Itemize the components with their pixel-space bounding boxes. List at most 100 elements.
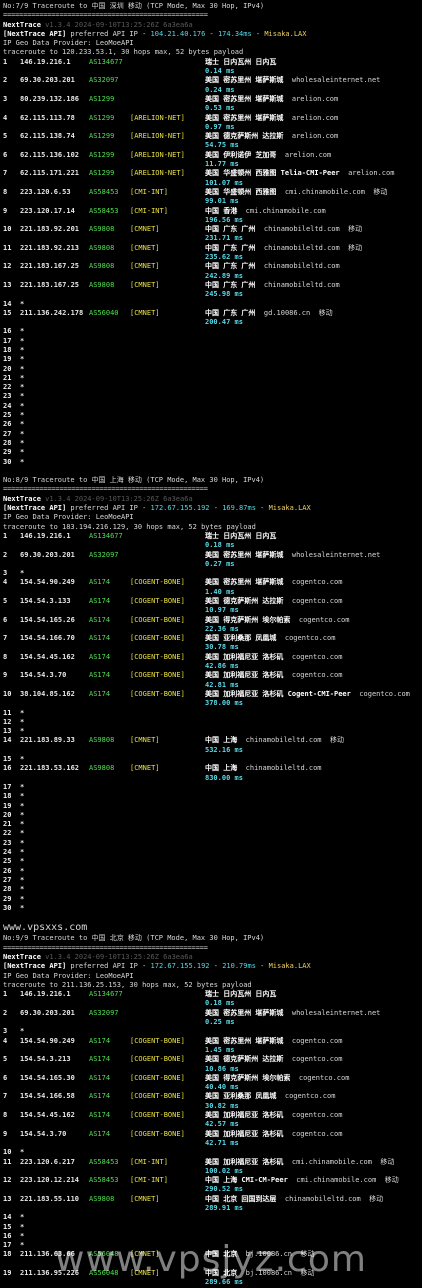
hop-isp: 移动: [348, 243, 363, 252]
hop-number: 6: [3, 1073, 8, 1082]
hop-geo-text: 美国 加利福尼亚 洛杉矶: [205, 1157, 284, 1166]
hop-ip: 154.54.165.26: [20, 615, 75, 624]
hop-rtt-row: 0.27 ms: [3, 560, 422, 569]
hop-geo: 美国 华盛顿州 西雅图 cmi.chinamobile.com 移动: [205, 188, 387, 197]
hop-domain: cmi.chinamobile.com: [296, 1176, 377, 1185]
hop-geo-text: 美国 伊利诺伊 芝加哥: [205, 150, 277, 159]
terminal-output: No:7/9 Traceroute to 中国 深圳 移动 (TCP Mode,…: [3, 2, 422, 1288]
hop-geo: 美国 密苏里州 堪萨斯城 arelion.com: [205, 95, 338, 104]
hop-row: 10 221.183.92.201 AS9808 [CMNET] 中国 广东 广州 ch…: [3, 225, 422, 234]
api-provider: Misaka.LAX: [264, 29, 307, 38]
hop-asn: AS174: [89, 671, 111, 680]
hop-rtt-row: 196.56 ms: [3, 216, 422, 225]
hop-tag: [CMNET]: [130, 243, 160, 252]
hop-geo-text: 瑞士 日内瓦州 日内瓦: [205, 57, 277, 66]
hop-tag: [CMNET]: [130, 1194, 160, 1203]
hop-geo-text: 美国 密苏里州 堪萨斯城: [205, 578, 284, 587]
hop-number: 7: [3, 1092, 8, 1101]
hop-rtt: 231.71 ms: [205, 234, 243, 243]
hop-number: 29: [3, 448, 12, 457]
api-line: [NextTrace API] preferred API IP - 104.2…: [3, 30, 422, 39]
hop-rtt: 200.47 ms: [205, 318, 243, 327]
section-title: No:8/9 Traceroute to 中国 上海 移动 (TCP Mode,…: [3, 476, 265, 485]
hop-row: 1 146.19.216.1 AS134677 瑞士 日内瓦州 日内瓦: [3, 990, 422, 999]
api-label: [NextTrace API]: [3, 962, 67, 971]
hop-geo-text: 中国 广东 广州: [205, 243, 256, 252]
timeout-star: *: [20, 429, 25, 438]
hop-asn: AS9808: [89, 1194, 115, 1203]
hop-row: 20 *: [3, 365, 422, 374]
hop-asn: AS174: [89, 689, 111, 698]
hop-geo-text: 美国 加利福尼亚 洛杉矶: [205, 1111, 284, 1120]
hop-number: 5: [3, 132, 8, 141]
api-sep: -: [255, 504, 269, 513]
hop-asn: AS1299: [89, 113, 115, 122]
hop-geo: 中国 广东 广州 chinamobileltd.com 移动: [205, 244, 362, 253]
hop-number: 11: [3, 1157, 12, 1166]
hop-ip: 62.115.138.74: [20, 132, 75, 141]
hop-rtt-row: 0.53 ms: [3, 104, 422, 113]
hop-row: 26 *: [3, 867, 422, 876]
hop-domain: chinamobileltd.com: [245, 736, 322, 745]
hop-number: 26: [3, 866, 12, 875]
hop-row: 20 *: [3, 811, 422, 820]
hop-ip: 154.54.45.162: [20, 1111, 75, 1120]
hop-isp: 移动: [380, 1157, 395, 1166]
tool-name: NextTrace: [3, 20, 41, 29]
hop-asn: AS9808: [89, 243, 115, 252]
timeout-star: *: [20, 866, 25, 875]
hop-row: 24 *: [3, 402, 422, 411]
hop-rtt-row: 0.24 ms: [3, 86, 422, 95]
hop-geo: 瑞士 日内瓦州 日内瓦: [205, 532, 276, 541]
tool-line: NextTrace v1.3.4 2024-09-10T13:25:26Z 6a…: [3, 21, 422, 30]
hop-geo: 中国 北京 回国到达层 chinamobileltd.com 移动: [205, 1195, 383, 1204]
hop-tag: [CMI-INT]: [130, 1157, 168, 1166]
timeout-star: *: [20, 875, 25, 884]
timeout-star: *: [20, 782, 25, 791]
hop-number: 30: [3, 903, 12, 912]
hop-rtt-row: 10.97 ms: [3, 606, 422, 615]
api-ip: 172.67.155.192: [150, 962, 210, 971]
hop-geo-text: 美国 得克萨斯州 埃尔帕索: [205, 615, 291, 624]
hop-number: 3: [3, 569, 8, 578]
hop-number: 16: [3, 327, 12, 336]
hop-asn: AS1299: [89, 169, 115, 178]
hop-domain: wholesaleinternet.net: [291, 76, 381, 85]
api-provider: Misaka.LAX: [268, 962, 311, 971]
hop-number: 18: [3, 345, 12, 354]
hop-tag: [ARELION-NET]: [130, 150, 185, 159]
hop-row: 1 146.19.216.1 AS134677 瑞士 日内瓦州 日内瓦: [3, 532, 422, 541]
hop-number: 21: [3, 820, 12, 829]
hop-row: 11 *: [3, 709, 422, 718]
hop-ip: 154.54.45.162: [20, 652, 75, 661]
tool-line: NextTrace v1.3.4 2024-09-10T13:25:26Z 6a…: [3, 495, 422, 504]
hop-tag: [CMNET]: [130, 262, 160, 271]
hop-rtt: 235.62 ms: [205, 253, 243, 262]
hop-tag: [COGENT-BONE]: [130, 1036, 185, 1045]
hop-row: 5 62.115.138.74 AS1299 [ARELION-NET] 美国 德克萨斯…: [3, 132, 422, 141]
hop-geo-text: 中国 广东 广州: [205, 308, 256, 317]
hop-number: 26: [3, 420, 12, 429]
hop-geo-text: 美国 华盛顿州 西雅图 Telia-CMI-Peer: [205, 169, 340, 178]
hop-geo: 中国 广东 广州 gd.10086.cn 移动: [205, 309, 333, 318]
hop-number: 7: [3, 634, 8, 643]
hop-geo-text: 中国 上海 CMI-CM-Peer: [205, 1176, 288, 1185]
hop-geo: 美国 加利福尼亚 洛杉矶 cogentco.com: [205, 653, 342, 662]
hop-number: 25: [3, 857, 12, 866]
hop-row: 14 *: [3, 1213, 422, 1222]
hop-tag: [COGENT-BONE]: [130, 671, 185, 680]
hop-geo: 美国 加利福尼亚 洛杉矶 cogentco.com: [205, 1111, 342, 1120]
hop-number: 22: [3, 829, 12, 838]
hop-number: 2: [3, 550, 8, 559]
hop-row: 18 *: [3, 346, 422, 355]
traceroute-section: www.vpsxxs.com No:9/9 Traceroute to 中国 北京…: [3, 922, 422, 1287]
hop-number: 10: [3, 225, 12, 234]
hop-number: 9: [3, 206, 8, 215]
hop-rtt-row: 100.02 ms: [3, 1167, 422, 1176]
hop-tag: [CMNET]: [130, 736, 160, 745]
hop-number: 7: [3, 169, 8, 178]
hop-ip: 62.115.136.102: [20, 150, 80, 159]
hop-geo: 美国 得克萨斯州 埃尔帕索 cogentco.com: [205, 616, 349, 625]
timeout-star: *: [20, 1148, 25, 1157]
hop-asn: AS9808: [89, 764, 115, 773]
